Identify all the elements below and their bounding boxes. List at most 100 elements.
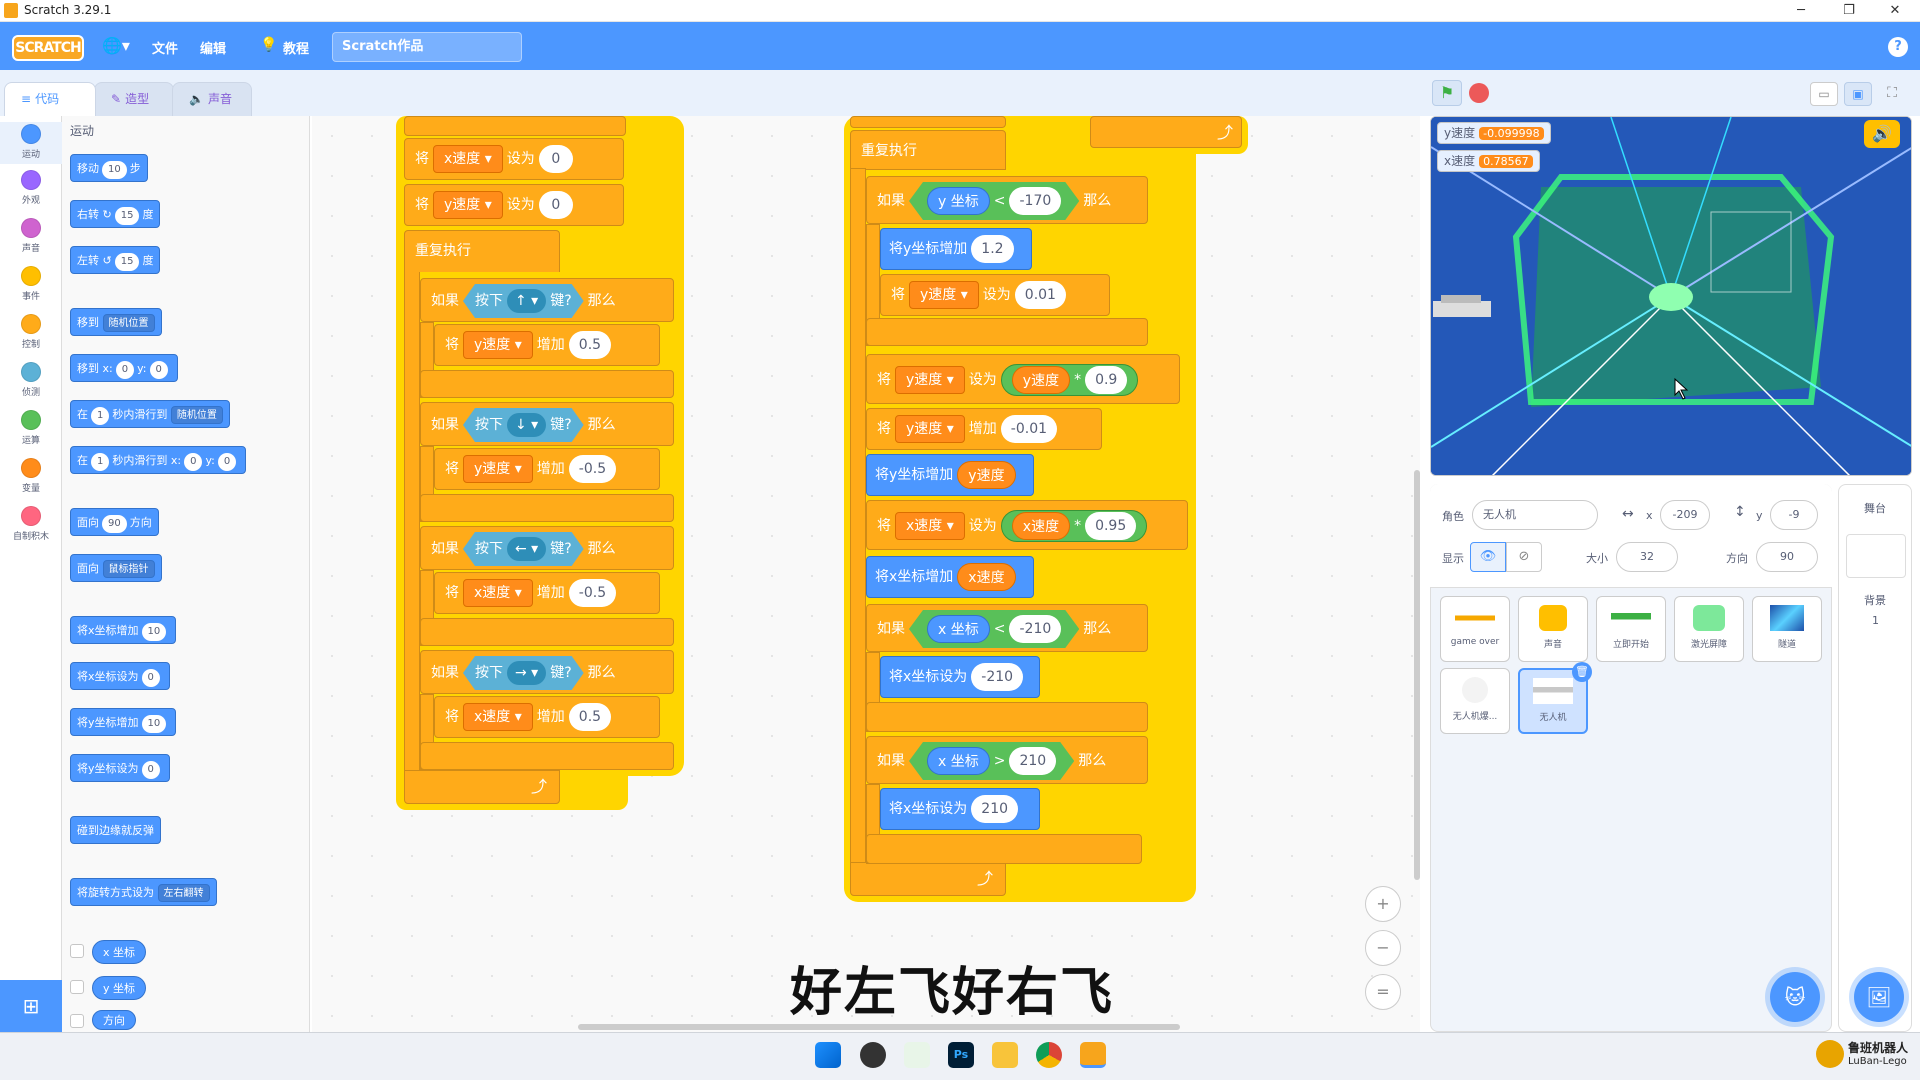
block-glide[interactable]: 在 1 秒内滑行到 随机位置 bbox=[70, 400, 230, 428]
block-set-x[interactable]: 将x坐标设为 210 bbox=[880, 788, 1040, 830]
block-input[interactable]: 0.5 bbox=[568, 331, 612, 359]
var-dropdown[interactable]: x速度 ▾ bbox=[463, 579, 533, 607]
block-rotation-style[interactable]: 将旋转方式设为 左右翻转 bbox=[70, 878, 217, 906]
zoom-out-button[interactable]: − bbox=[1365, 930, 1401, 966]
sprite-name-input[interactable]: 无人机 bbox=[1472, 500, 1598, 530]
menu-tutorials[interactable]: 教程 bbox=[283, 38, 309, 57]
category-sensing[interactable]: 侦测 bbox=[0, 362, 62, 398]
reporter-x-position[interactable]: x 坐标 bbox=[92, 940, 147, 964]
block-point-towards[interactable]: 面向 鼠标指针 bbox=[70, 554, 162, 582]
project-name-input[interactable]: Scratch作品 bbox=[332, 32, 522, 62]
block-set-var[interactable]: 将 y速度 ▾ 设为 y速度 * 0.9 bbox=[866, 354, 1180, 404]
category-myblocks[interactable]: 自制积木 bbox=[0, 506, 62, 542]
block-top-partial[interactable]: ⤴ bbox=[1090, 116, 1242, 148]
lightbulb-icon[interactable]: 💡 bbox=[260, 37, 277, 53]
block-set-var[interactable]: 将 y速度 ▾ 设为 0 bbox=[404, 184, 624, 226]
minimize-button[interactable]: ─ bbox=[1778, 0, 1824, 22]
block-top-partial[interactable] bbox=[404, 116, 626, 136]
key-dropdown[interactable]: ↓ ▾ bbox=[507, 413, 546, 437]
block-input[interactable]: 0 bbox=[184, 453, 203, 471]
block-set-var[interactable]: 将 y速度 ▾ 设为 0.01 bbox=[880, 274, 1110, 316]
block-if[interactable]: 如果 按下 ↓ ▾ 键? 那么 bbox=[420, 402, 674, 446]
show-eye-icon[interactable]: 👁 bbox=[1470, 542, 1506, 572]
block-bounce[interactable]: 碰到边缘就反弹 bbox=[70, 816, 161, 844]
sprite-tile[interactable]: 隧道 bbox=[1752, 596, 1822, 662]
block-input[interactable]: -170 bbox=[1009, 187, 1061, 215]
var-dropdown[interactable]: x速度 ▾ bbox=[433, 145, 503, 173]
var-dropdown[interactable]: x速度 ▾ bbox=[895, 512, 965, 540]
reporter-y-position[interactable]: y 坐标 bbox=[92, 976, 147, 1000]
block-input[interactable]: 0.01 bbox=[1014, 281, 1066, 309]
menu-edit[interactable]: 编辑 bbox=[200, 38, 226, 57]
block-move[interactable]: 移动 10 步 bbox=[70, 154, 148, 182]
block-change-x[interactable]: 将x坐标增加 10 bbox=[70, 616, 177, 644]
compare-operator[interactable]: x 坐标 < -210 bbox=[909, 610, 1079, 648]
key-pressed-condition[interactable]: 按下 → ▾ 键? bbox=[463, 656, 584, 690]
photoshop-icon[interactable]: Ps bbox=[948, 1042, 974, 1068]
block-change-var[interactable]: 将 y速度 ▾ 增加 0.5 bbox=[434, 324, 660, 366]
zoom-in-button[interactable]: + bbox=[1365, 886, 1401, 922]
game-icon[interactable] bbox=[860, 1042, 886, 1068]
sprite-tile[interactable]: 声音 bbox=[1518, 596, 1588, 662]
block-input[interactable]: 0.5 bbox=[568, 703, 612, 731]
block-dropdown[interactable]: 随机位置 bbox=[102, 314, 155, 332]
menu-file[interactable]: 文件 bbox=[152, 38, 178, 57]
block-gotoxy[interactable]: 移到 x: 0 y: 0 bbox=[70, 354, 178, 382]
block-forever[interactable]: 重复执行 bbox=[404, 230, 560, 272]
block-change-y[interactable]: 将y坐标增加 y速度 bbox=[866, 454, 1034, 496]
windows-start-icon[interactable] bbox=[815, 1042, 841, 1068]
block-input[interactable]: 0 bbox=[538, 145, 573, 173]
close-button[interactable]: ✕ bbox=[1872, 0, 1918, 22]
block-input[interactable]: -0.5 bbox=[568, 455, 617, 483]
category-variables[interactable]: 变量 bbox=[0, 458, 62, 494]
maximize-button[interactable]: ❐ bbox=[1826, 0, 1872, 22]
block-input[interactable]: 0.95 bbox=[1085, 512, 1137, 540]
app-icon[interactable] bbox=[904, 1042, 930, 1068]
checkbox-direction[interactable] bbox=[70, 1014, 84, 1028]
block-input[interactable]: 0 bbox=[538, 191, 573, 219]
small-stage-icon[interactable]: ▭ bbox=[1810, 82, 1838, 106]
block-dropdown[interactable]: 左右翻转 bbox=[157, 884, 210, 902]
compare-operator[interactable]: y 坐标 < -170 bbox=[909, 182, 1079, 220]
block-goto[interactable]: 移到 随机位置 bbox=[70, 308, 162, 336]
key-dropdown[interactable]: → ▾ bbox=[507, 661, 546, 685]
block-forever[interactable]: 重复执行 bbox=[850, 130, 1006, 170]
var-reporter[interactable]: y速度 bbox=[1011, 366, 1071, 394]
block-input[interactable]: 15 bbox=[114, 253, 140, 271]
category-events[interactable]: 事件 bbox=[0, 266, 62, 302]
block-glidexy[interactable]: 在 1 秒内滑行到 x: 0 y: 0 bbox=[70, 446, 247, 474]
block-input[interactable]: -0.5 bbox=[568, 579, 617, 607]
block-point-direction[interactable]: 面向 90 方向 bbox=[70, 508, 159, 536]
reporter-x-position[interactable]: x 坐标 bbox=[927, 747, 990, 775]
block-if[interactable]: 如果 y 坐标 < -170 那么 bbox=[866, 176, 1148, 224]
scratch-logo[interactable]: SCRATCH bbox=[12, 35, 84, 61]
checkbox-y[interactable] bbox=[70, 980, 84, 994]
multiply-operator[interactable]: x速度 * 0.95 bbox=[1000, 510, 1148, 542]
block-change-var[interactable]: 将 y速度 ▾ 增加 -0.01 bbox=[866, 408, 1102, 450]
block-input[interactable]: -0.01 bbox=[1000, 415, 1058, 443]
var-dropdown[interactable]: y速度 ▾ bbox=[909, 281, 979, 309]
block-turn-right[interactable]: 右转 ↻ 15 度 bbox=[70, 200, 161, 228]
block-input[interactable]: 1 bbox=[91, 453, 110, 471]
sprite-tile[interactable]: 激光屏障 bbox=[1674, 596, 1744, 662]
category-looks[interactable]: 外观 bbox=[0, 170, 62, 206]
x-input[interactable]: -209 bbox=[1660, 500, 1710, 530]
add-backdrop-button[interactable]: 🖼 bbox=[1854, 972, 1904, 1022]
add-sprite-button[interactable]: 🐱 bbox=[1770, 972, 1820, 1022]
key-dropdown[interactable]: ← ▾ bbox=[507, 537, 546, 561]
block-input[interactable]: 10 bbox=[141, 715, 167, 733]
multiply-operator[interactable]: y速度 * 0.9 bbox=[1000, 364, 1139, 396]
block-set-var[interactable]: 将 x速度 ▾ 设为 0 bbox=[404, 138, 624, 180]
block-input[interactable]: 0 bbox=[149, 361, 168, 379]
sprite-tile[interactable]: 无人机爆... bbox=[1440, 668, 1510, 734]
block-set-var[interactable]: 将 x速度 ▾ 设为 x速度 * 0.95 bbox=[866, 500, 1188, 550]
key-pressed-condition[interactable]: 按下 ↓ ▾ 键? bbox=[463, 408, 584, 442]
var-reporter[interactable]: x速度 bbox=[1011, 512, 1071, 540]
tab-sounds[interactable]: 🔈 声音 bbox=[172, 82, 252, 116]
block-input[interactable]: 0.9 bbox=[1085, 366, 1128, 394]
block-input[interactable]: 0 bbox=[217, 453, 237, 471]
block-set-x[interactable]: 将x坐标设为 0 bbox=[70, 662, 170, 690]
reporter-y-position[interactable]: y 坐标 bbox=[927, 187, 990, 215]
var-dropdown[interactable]: y速度 ▾ bbox=[895, 366, 965, 394]
block-input[interactable]: 15 bbox=[114, 207, 140, 225]
